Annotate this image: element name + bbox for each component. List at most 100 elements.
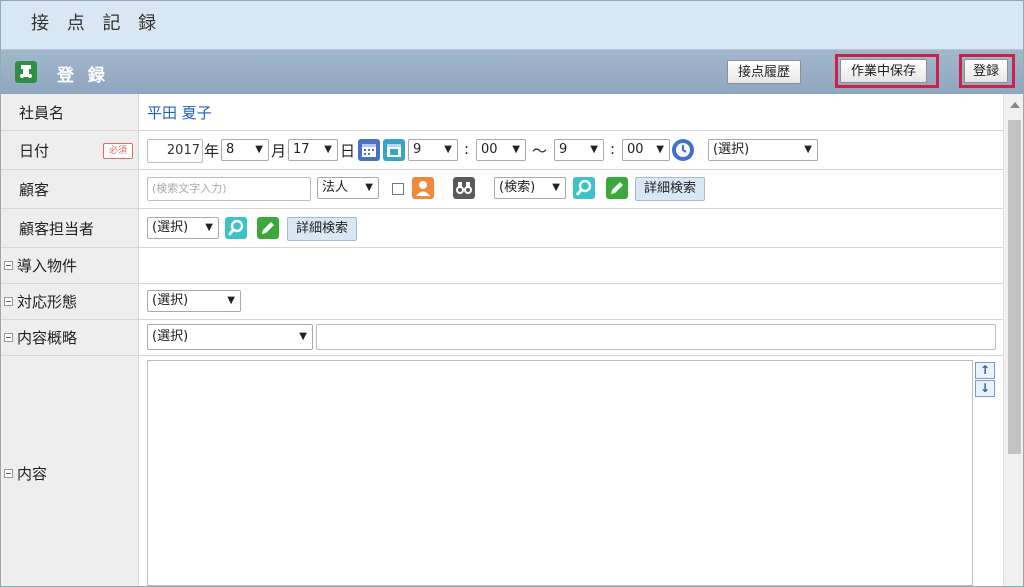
pencil-icon[interactable] [257, 217, 279, 239]
chevron-down-icon: ▼ [299, 331, 307, 342]
date-label: 日付 [19, 142, 50, 160]
chevron-down-icon: ▼ [227, 295, 235, 306]
window: 接 点 記 録 登 録 接点履歴 作業中保存 登録 社員名 平田 夏子 日付 必… [0, 0, 1024, 587]
scroll-up-icon[interactable] [1010, 102, 1020, 108]
product-label: 導入物件 [17, 257, 78, 275]
customer-detail-search-button[interactable]: 詳細検索 [635, 177, 706, 201]
end-hour-value: 9 [559, 142, 568, 157]
response-row: 対応形態 (選択) ▼ [1, 284, 1003, 320]
summary-label: 内容概略 [17, 329, 78, 347]
start-hour-select[interactable]: 9 ▼ [408, 139, 458, 161]
calendar-range-icon[interactable] [383, 139, 405, 161]
customer-label: 顧客 [19, 181, 50, 199]
customer-type-value: 法人 [322, 180, 349, 195]
contact-value: (選択) [152, 220, 189, 235]
colon-1: : [464, 140, 470, 158]
save-draft-button[interactable]: 作業中保存 [840, 59, 928, 83]
customer-search-value: (検索) [499, 180, 536, 195]
contact-label: 顧客担当者 [19, 220, 95, 238]
year-unit: 年 [204, 142, 220, 160]
clock-icon[interactable] [672, 139, 694, 161]
title-bar: 接 点 記 録 [1, 1, 1023, 50]
app-icon [15, 61, 37, 83]
employee-row: 社員名 平田 夏子 [1, 94, 1003, 131]
response-value: (選択) [152, 293, 189, 308]
content-label: 内容 [17, 465, 48, 483]
date-row: 日付 必須 2017 年 8 ▼ 月 17 ▼ 日 9 ▼ : 00 ▼ ～ 9 ▼ : … [1, 131, 1003, 170]
chevron-down-icon: ▼ [512, 144, 520, 155]
response-select[interactable]: (選択) ▼ [147, 290, 241, 312]
vertical-scrollbar[interactable] [1003, 94, 1023, 586]
chevron-down-icon: ▼ [365, 182, 373, 193]
start-hour-value: 9 [413, 142, 422, 157]
content-textarea[interactable] [147, 360, 973, 586]
chevron-down-icon: ▼ [590, 144, 598, 155]
register-button[interactable]: 登録 [964, 59, 1009, 83]
contact-detail-search-button[interactable]: 詳細検索 [287, 217, 358, 241]
month-value: 8 [226, 142, 235, 157]
start-min-value: 00 [481, 142, 498, 157]
colon-2: : [610, 140, 616, 158]
date-option-value: (選択) [713, 142, 750, 157]
panel-header: 登 録 接点履歴 作業中保存 登録 [1, 50, 1023, 94]
customer-search-input[interactable]: (検索文字入力) [147, 177, 311, 201]
chevron-down-icon: ▼ [656, 144, 664, 155]
date-option-select[interactable]: (選択) ▼ [708, 139, 818, 161]
employee-name[interactable]: 平田 夏子 [147, 102, 212, 123]
end-hour-select[interactable]: 9 ▼ [554, 139, 604, 161]
collapse-icon[interactable] [4, 261, 13, 270]
chevron-down-icon: ▼ [552, 182, 560, 193]
expand-down-icon[interactable]: ↓ [975, 380, 995, 397]
product-row: 導入物件 [1, 248, 1003, 284]
calendar-icon[interactable] [358, 139, 380, 161]
collapse-icon[interactable] [4, 469, 13, 478]
summary-row: 内容概略 (選択) ▼ [1, 320, 1003, 356]
search-icon[interactable] [573, 177, 595, 199]
customer-checkbox[interactable] [392, 183, 404, 195]
customer-row: 顧客 (検索文字入力) 法人 ▼ (検索) ▼ 詳細検索 [1, 170, 1003, 209]
search-icon[interactable] [225, 217, 247, 239]
employee-label: 社員名 [19, 104, 65, 122]
contact-history-button[interactable]: 接点履歴 [727, 60, 802, 84]
customer-type-select[interactable]: 法人 ▼ [317, 177, 379, 199]
expand-up-icon[interactable]: ↑ [975, 362, 995, 379]
end-min-value: 00 [627, 142, 644, 157]
month-select[interactable]: 8 ▼ [221, 139, 269, 161]
summary-value: (選択) [152, 329, 189, 344]
day-select[interactable]: 17 ▼ [288, 139, 338, 161]
summary-text-input[interactable] [316, 324, 996, 350]
response-label: 対応形態 [17, 293, 78, 311]
window-title: 接 点 記 録 [31, 13, 163, 34]
content-label-cell: 内容 [1, 356, 139, 586]
collapse-icon[interactable] [4, 333, 13, 342]
chevron-down-icon: ▼ [205, 222, 213, 233]
scrollbar-thumb[interactable] [1008, 120, 1021, 454]
end-min-select[interactable]: 00 ▼ [622, 139, 670, 161]
form: 社員名 平田 夏子 日付 必須 2017 年 8 ▼ 月 17 ▼ 日 9 ▼ : 0… [1, 94, 1003, 586]
person-icon[interactable] [412, 177, 434, 199]
summary-select[interactable]: (選択) ▼ [147, 324, 313, 350]
start-min-select[interactable]: 00 ▼ [476, 139, 526, 161]
chevron-down-icon: ▼ [255, 144, 263, 155]
binoculars-icon[interactable] [453, 177, 475, 199]
contact-select[interactable]: (選択) ▼ [147, 217, 219, 239]
customer-label-cell: 顧客 [1, 170, 139, 208]
year-input[interactable]: 2017 [147, 139, 203, 163]
product-label-cell: 導入物件 [1, 248, 139, 283]
collapse-icon[interactable] [4, 297, 13, 306]
day-value: 17 [293, 142, 310, 157]
date-label-cell: 日付 必須 [1, 131, 139, 169]
employee-label-cell: 社員名 [1, 94, 139, 130]
summary-label-cell: 内容概略 [1, 320, 139, 355]
chevron-down-icon: ▼ [324, 144, 332, 155]
month-unit: 月 [271, 142, 287, 160]
tilde: ～ [532, 142, 548, 160]
response-label-cell: 対応形態 [1, 284, 139, 319]
pencil-icon[interactable] [606, 177, 628, 199]
day-unit: 日 [340, 142, 356, 160]
customer-search-select[interactable]: (検索) ▼ [494, 177, 566, 199]
panel-title: 登 録 [57, 66, 109, 86]
contact-label-cell: 顧客担当者 [1, 209, 139, 247]
chevron-down-icon: ▼ [804, 144, 812, 155]
required-badge: 必須 [103, 143, 133, 159]
